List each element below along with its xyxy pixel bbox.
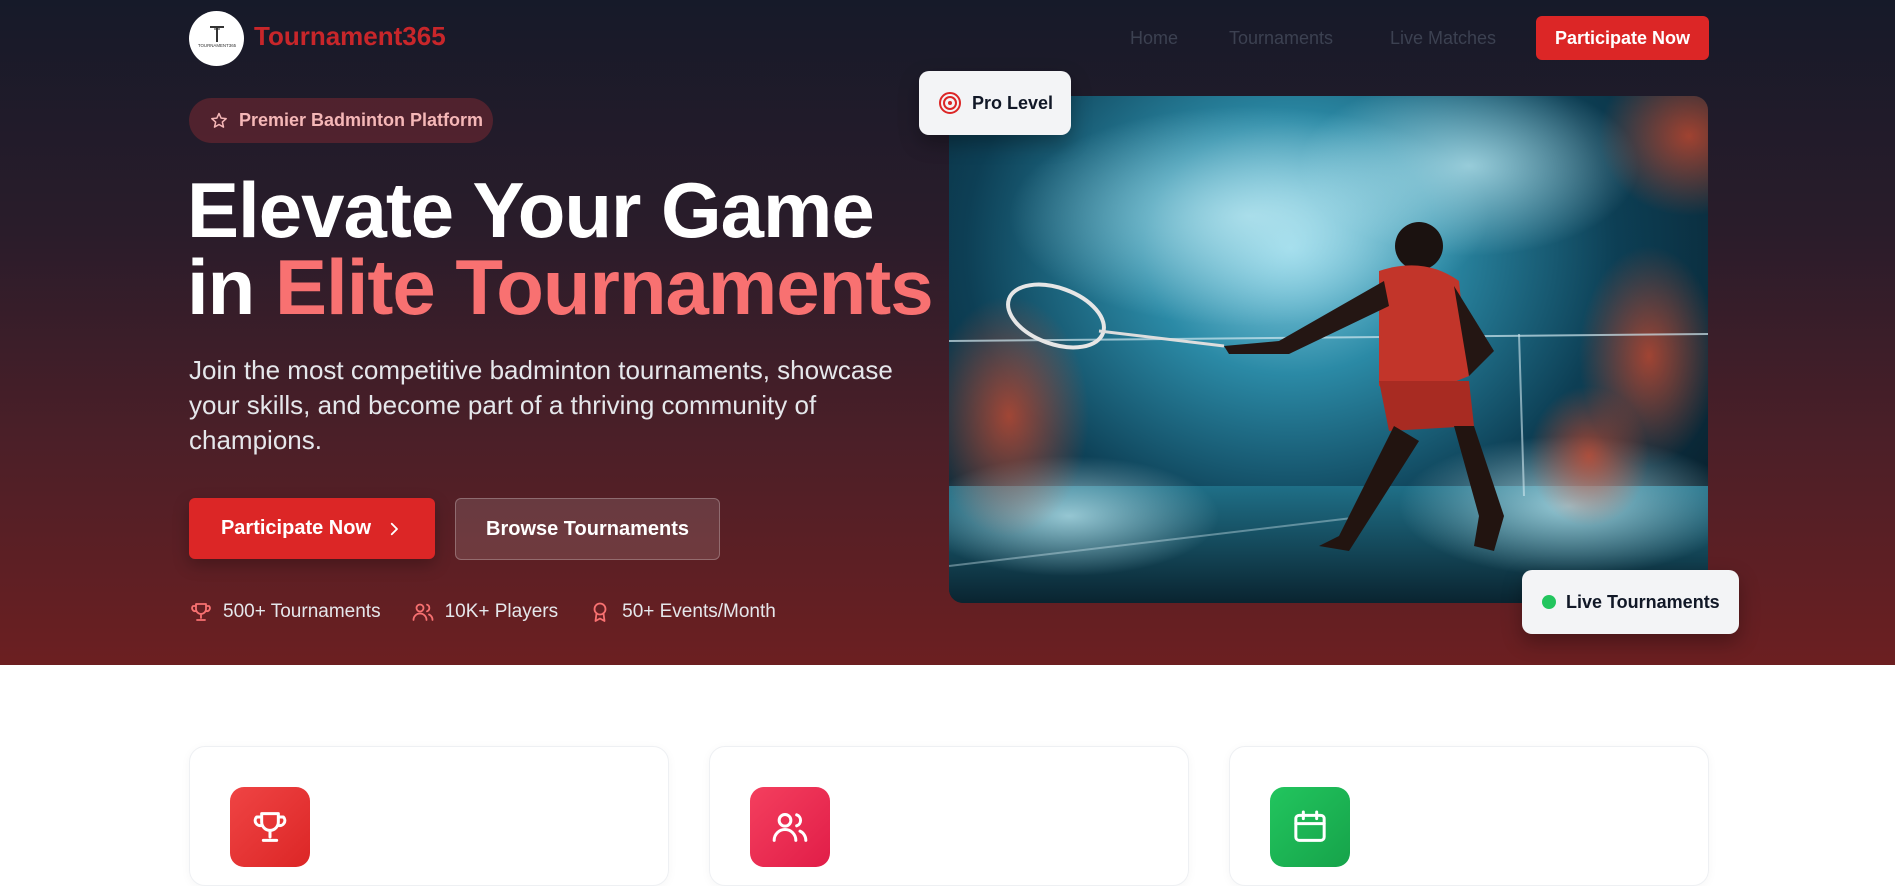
hero-title-prefix: in — [187, 243, 275, 331]
feature-icon-tile — [1270, 787, 1350, 867]
hero-player-image — [949, 96, 1708, 603]
stat-events: 50+ Events/Month — [588, 600, 776, 624]
trophy-icon — [253, 812, 287, 842]
logo-mark-icon: TOURNAMENT365 — [197, 25, 236, 48]
hero-title: Elevate Your Game in Elite Tournaments — [187, 166, 934, 326]
users-icon — [412, 603, 433, 621]
trophy-icon — [191, 603, 211, 621]
badge-label: Premier Badminton Platform — [239, 110, 484, 130]
brand-logo[interactable]: TOURNAMENT365 — [189, 11, 244, 66]
browse-tournaments-button[interactable]: Browse Tournaments — [455, 498, 720, 560]
hero-subtitle: Join the most competitive badminton tour… — [189, 355, 893, 455]
users-icon — [772, 813, 808, 842]
stat-label: 50+ Events/Month — [622, 601, 776, 622]
stat-players: 10K+ Players — [411, 600, 559, 624]
participate-now-label: Participate Now — [220, 517, 372, 539]
nav-home-link[interactable]: Home — [1130, 28, 1178, 49]
nav-live-matches-link[interactable]: Live Matches — [1390, 28, 1496, 49]
award-icon — [593, 602, 607, 622]
hero-title-line2: in Elite Tournaments — [187, 248, 934, 326]
hero-section: TOURNAMENT365 Tournament365 Home Tournam… — [0, 0, 1895, 665]
live-tournaments-badge[interactable]: Live Tournaments — [1522, 570, 1739, 634]
feature-card-schedule[interactable] — [1229, 746, 1709, 886]
star-icon — [211, 112, 227, 128]
stat-label: 500+ Tournaments — [223, 601, 381, 622]
hero-stats: 500+ Tournaments 10K+ Players 50+ Events… — [189, 600, 776, 624]
nav-tournaments-link[interactable]: Tournaments — [1229, 28, 1333, 49]
hero-title-accent: Elite Tournaments — [275, 243, 934, 331]
feature-icon-tile — [750, 787, 830, 867]
chevron-right-icon — [390, 522, 398, 535]
badminton-player-illustration — [949, 96, 1708, 603]
pro-level-label: Pro Level — [972, 92, 1054, 113]
brand-name[interactable]: Tournament365 — [254, 21, 446, 52]
feature-card-community[interactable] — [709, 746, 1189, 886]
stat-tournaments: 500+ Tournaments — [189, 600, 381, 624]
feature-card-tournaments[interactable] — [189, 746, 669, 886]
svg-text:TOURNAMENT365: TOURNAMENT365 — [197, 43, 236, 48]
platform-badge: Premier Badminton Platform — [189, 98, 493, 143]
hero-title-line1: Elevate Your Game — [187, 166, 875, 254]
live-tournaments-label: Live Tournaments — [1566, 591, 1720, 612]
calendar-icon — [1294, 810, 1326, 842]
nav-participate-button[interactable]: Participate Now — [1536, 16, 1709, 60]
stat-label: 10K+ Players — [444, 601, 559, 622]
live-indicator-dot — [1542, 595, 1556, 609]
target-icon — [939, 92, 961, 114]
feature-icon-tile — [230, 787, 310, 867]
participate-now-button[interactable]: Participate Now — [189, 498, 435, 559]
pro-level-badge: Pro Level — [919, 71, 1071, 135]
